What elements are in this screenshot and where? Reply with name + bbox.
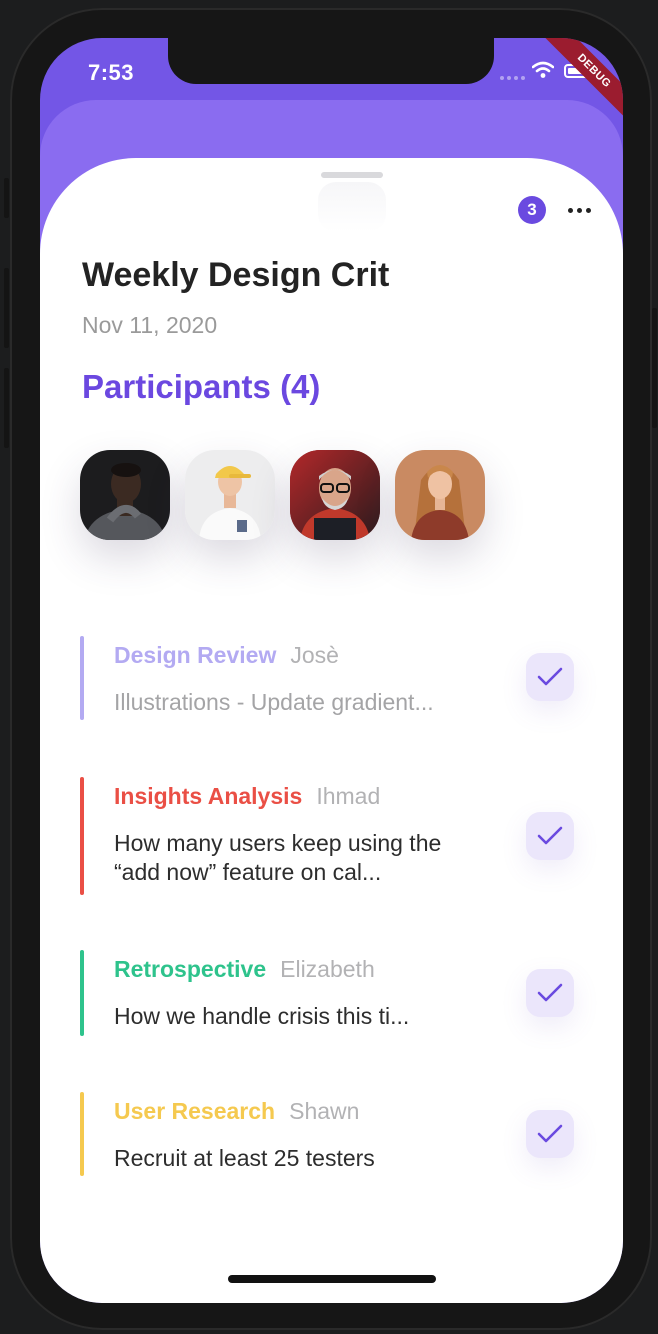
task-header: Design Review Josè — [114, 642, 339, 669]
participants-heading: Participants (4) — [82, 368, 321, 405]
meeting-sheet[interactable]: 3 Weekly Design Crit Nov 11, 2020 Partic… — [40, 158, 623, 1303]
status-bar: 7:53 DEBUG — [40, 38, 623, 125]
task-complete-button[interactable] — [526, 812, 574, 860]
avatar-participant-4[interactable] — [395, 450, 485, 540]
status-time: 7:53 — [88, 60, 135, 85]
task-category: User Research — [114, 1098, 276, 1124]
task-color-bar — [80, 1092, 84, 1176]
task-complete-button[interactable] — [526, 1110, 574, 1158]
check-icon — [537, 983, 563, 1002]
task-description: Recruit at least 25 testers — [114, 1145, 375, 1171]
check-icon — [537, 667, 563, 686]
avatar-participant-1[interactable] — [80, 450, 170, 540]
task-assignee: Ihmad — [316, 783, 381, 809]
task-complete-button[interactable] — [526, 653, 574, 701]
task-description: How many users keep using the “add now” … — [114, 830, 442, 885]
task-item-retrospective[interactable]: Retrospective Elizabeth How we handle cri… — [80, 950, 590, 1036]
task-item-insights-analysis[interactable]: Insights Analysis Ihmad How many users ke… — [80, 777, 590, 895]
task-assignee: Elizabeth — [280, 956, 375, 982]
task-item-design-review[interactable]: Design Review Josè Illustrations - Update… — [80, 636, 590, 720]
task-item-user-research[interactable]: User Research Shawn Recruit at least 25 t… — [80, 1092, 590, 1176]
participants-avatars — [80, 450, 485, 540]
volume-down-button — [4, 368, 9, 448]
task-header: Retrospective Elizabeth — [114, 956, 375, 983]
task-category: Retrospective — [114, 956, 267, 982]
app-screen: 7:53 DEBUG 3 Weekly Design Crit Nov 11, … — [40, 38, 623, 1303]
power-button — [652, 308, 657, 428]
volume-up-button — [4, 268, 9, 348]
task-color-bar — [80, 950, 84, 1036]
home-indicator[interactable] — [228, 1275, 436, 1283]
cellular-signal-icon — [500, 76, 525, 80]
task-category: Insights Analysis — [114, 783, 303, 809]
notch — [168, 38, 494, 84]
task-color-bar — [80, 777, 84, 895]
meeting-title: Weekly Design Crit — [82, 256, 390, 294]
task-header: User Research Shawn — [114, 1098, 359, 1125]
handle-shadow — [318, 182, 386, 232]
task-description: How we handle crisis this ti... — [114, 1003, 410, 1029]
task-assignee: Josè — [290, 642, 339, 668]
more-horizontal-icon[interactable] — [566, 196, 592, 224]
task-color-bar — [80, 636, 84, 720]
task-header: Insights Analysis Ihmad — [114, 783, 380, 810]
task-assignee: Shawn — [289, 1098, 360, 1124]
task-description: Illustrations - Update gradient... — [114, 689, 434, 715]
task-complete-button[interactable] — [526, 969, 574, 1017]
drag-handle[interactable] — [321, 172, 383, 178]
mute-switch — [4, 178, 9, 218]
meeting-date: Nov 11, 2020 — [82, 312, 218, 338]
check-icon — [537, 1124, 563, 1143]
check-icon — [537, 826, 563, 845]
notification-badge[interactable]: 3 — [518, 196, 546, 224]
avatar-participant-3[interactable] — [290, 450, 380, 540]
task-category: Design Review — [114, 642, 277, 668]
wifi-icon — [532, 61, 554, 78]
avatar-participant-2[interactable] — [185, 450, 275, 540]
